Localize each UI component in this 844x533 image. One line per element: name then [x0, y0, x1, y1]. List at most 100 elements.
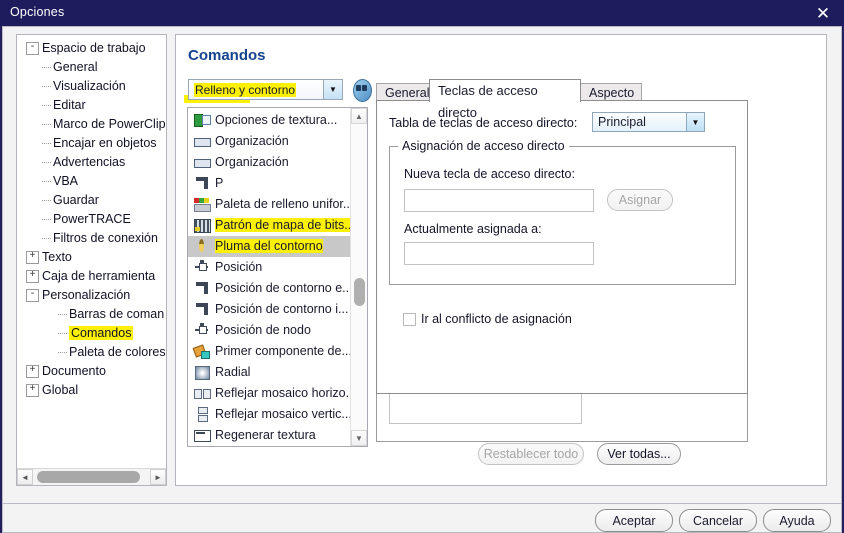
command-list-item[interactable]: Reflejar mosaico horizo...: [188, 383, 350, 404]
tab-teclas-de-acceso-directo[interactable]: Teclas de acceso directo: [429, 79, 581, 120]
tree-item-documento[interactable]: + Documento: [22, 362, 166, 381]
command-list-item-label: Reflejar mosaico vertic...: [215, 407, 350, 421]
tree-item-visualizaci-n[interactable]: Visualización: [22, 77, 166, 96]
tree-item-paleta-de-colores[interactable]: Paleta de colores: [22, 343, 166, 362]
tree-item-guardar[interactable]: Guardar: [22, 191, 166, 210]
reset-all-button[interactable]: Restablecer todo: [478, 443, 584, 465]
view-all-button[interactable]: Ver todas...: [597, 443, 681, 465]
outline-position-icon: [194, 302, 209, 317]
tab-aspecto[interactable]: Aspecto: [580, 83, 642, 101]
tree-item-label: General: [53, 60, 98, 74]
command-list-item[interactable]: Opciones de textura...: [188, 110, 350, 131]
close-icon[interactable]: ✕: [806, 2, 840, 24]
command-list-item[interactable]: P: [188, 173, 350, 194]
tree-branch-line: [42, 67, 51, 69]
tree-branch-line: [58, 352, 67, 354]
triangle-up-icon[interactable]: ▲: [351, 108, 367, 124]
accept-button[interactable]: Aceptar: [595, 509, 673, 532]
chevron-down-icon[interactable]: ▼: [323, 80, 342, 99]
tree-item-powertrace[interactable]: PowerTRACE: [22, 210, 166, 229]
scroll-left-icon[interactable]: ◄: [17, 469, 33, 485]
command-list-item-label: Organización: [215, 134, 289, 148]
tree-item-barras-de-coman[interactable]: Barras de coman: [22, 305, 166, 324]
tree-item-label: Paleta de colores: [69, 345, 166, 359]
shortcut-keys-tab-pane: Tabla de teclas de acceso directo: Princ…: [376, 100, 748, 394]
goto-conflict-checkbox[interactable]: [403, 313, 416, 326]
help-button[interactable]: Ayuda: [763, 509, 831, 532]
command-list-item[interactable]: Posición de contorno i...: [188, 299, 350, 320]
tree-item-advertencias[interactable]: Advertencias: [22, 153, 166, 172]
command-list-item[interactable]: Primer componente de...: [188, 341, 350, 362]
tree-expander-icon[interactable]: +: [26, 251, 39, 265]
command-list-item[interactable]: Organización: [188, 152, 350, 173]
tree-branch-line: [42, 124, 51, 126]
tab-general[interactable]: General: [376, 83, 430, 101]
tree-item-general[interactable]: General: [22, 58, 166, 77]
new-shortcut-key-label: Nueva tecla de acceso directo:: [404, 167, 575, 181]
command-list-item-label: Relleno PostScript: [215, 446, 318, 447]
command-list-item[interactable]: Posición de nodo: [188, 320, 350, 341]
cancel-button[interactable]: Cancelar: [679, 509, 757, 532]
tree-item-personalizaci-n[interactable]: - Personalización: [22, 286, 166, 305]
tree-expander-icon[interactable]: +: [26, 384, 39, 398]
node-position-icon: [194, 323, 209, 338]
tree-item-label: Filtros de conexión: [53, 231, 158, 245]
command-category-select[interactable]: Relleno y contorno ▼: [188, 79, 343, 100]
shortcut-table-select[interactable]: Principal ▼: [592, 112, 705, 132]
tree-item-espacio-de-trabajo[interactable]: - Espacio de trabajo: [22, 39, 166, 58]
fill-palette-icon: [194, 197, 211, 212]
tree-scroll-area: - Espacio de trabajo General Visualización E…: [17, 35, 166, 467]
command-list-item[interactable]: Pluma del contorno: [188, 236, 350, 257]
tree-expander-icon[interactable]: -: [26, 42, 39, 56]
dialog-footer: Aceptar Cancelar Ayuda: [2, 504, 842, 533]
command-list-item[interactable]: Posición: [188, 257, 350, 278]
tree-item-editar[interactable]: Editar: [22, 96, 166, 115]
triangle-down-icon[interactable]: ▼: [351, 430, 367, 446]
tree-item-label: Encajar en objetos: [53, 136, 157, 150]
tree-item-marco-de-powerclip[interactable]: Marco de PowerClip: [22, 115, 166, 134]
tree-expander-icon[interactable]: -: [26, 289, 39, 303]
commands-panel: Comandos Relleno y contorno ▼ Opciones d…: [175, 34, 827, 486]
bitmap-pattern-icon: [194, 218, 211, 233]
dialog-body: - Espacio de trabajo General Visualización E…: [2, 26, 842, 504]
command-category-value: Relleno y contorno: [194, 83, 297, 97]
command-list-item[interactable]: Patrón de mapa de bits...: [188, 215, 350, 236]
command-list-item[interactable]: PSRelleno PostScript: [188, 446, 350, 447]
command-list-item-label: Posición: [215, 260, 263, 274]
options-tree: - Espacio de trabajo General Visualización E…: [22, 39, 166, 400]
command-list[interactable]: Opciones de textura... Organización Organi…: [187, 107, 368, 447]
tree-hscroll-thumb[interactable]: [37, 471, 140, 483]
arrangement-icon: [194, 155, 211, 170]
tree-horizontal-scrollbar[interactable]: ◄ ►: [17, 468, 166, 485]
options-tree-panel: - Espacio de trabajo General Visualización E…: [16, 34, 167, 486]
new-shortcut-key-input[interactable]: [404, 189, 594, 212]
mirror-tile-vertical-icon: [194, 407, 209, 422]
chevron-down-icon[interactable]: ▼: [686, 113, 704, 131]
tree-item-vba[interactable]: VBA: [22, 172, 166, 191]
tree-item-global[interactable]: + Global: [22, 381, 166, 400]
command-list-item[interactable]: Paleta de relleno unifor...: [188, 194, 350, 215]
tree-expander-icon[interactable]: +: [26, 365, 39, 379]
command-list-scrollbar[interactable]: ▲ ▼: [350, 108, 367, 446]
scroll-right-icon[interactable]: ►: [150, 469, 166, 485]
assign-button[interactable]: Asignar: [607, 189, 673, 211]
outline-pen-icon: [194, 239, 209, 254]
tree-item-comandos[interactable]: Comandos: [22, 324, 166, 343]
command-list-item-label: Posición de nodo: [215, 323, 311, 337]
command-list-item[interactable]: Radial: [188, 362, 350, 383]
tree-item-filtros-de-conexi-n[interactable]: Filtros de conexión: [22, 229, 166, 248]
shortcut-assignment-group-title: Asignación de acceso directo: [398, 139, 569, 153]
binoculars-find-icon[interactable]: [350, 77, 372, 102]
tree-item-encajar-en-objetos[interactable]: Encajar en objetos: [22, 134, 166, 153]
command-list-item[interactable]: Reflejar mosaico vertic...: [188, 404, 350, 425]
regenerate-texture-icon: [194, 428, 211, 443]
tree-item-texto[interactable]: + Texto: [22, 248, 166, 267]
command-list-item[interactable]: Regenerar textura: [188, 425, 350, 446]
tree-item-caja-de-herramienta[interactable]: + Caja de herramienta: [22, 267, 166, 286]
currently-assigned-input[interactable]: [404, 242, 594, 265]
command-list-item[interactable]: Organización: [188, 131, 350, 152]
command-list-scroll-thumb[interactable]: [354, 278, 365, 306]
tree-expander-icon[interactable]: +: [26, 270, 39, 284]
command-list-item[interactable]: Posición de contorno e...: [188, 278, 350, 299]
mirror-tile-horizontal-icon: [194, 386, 211, 401]
